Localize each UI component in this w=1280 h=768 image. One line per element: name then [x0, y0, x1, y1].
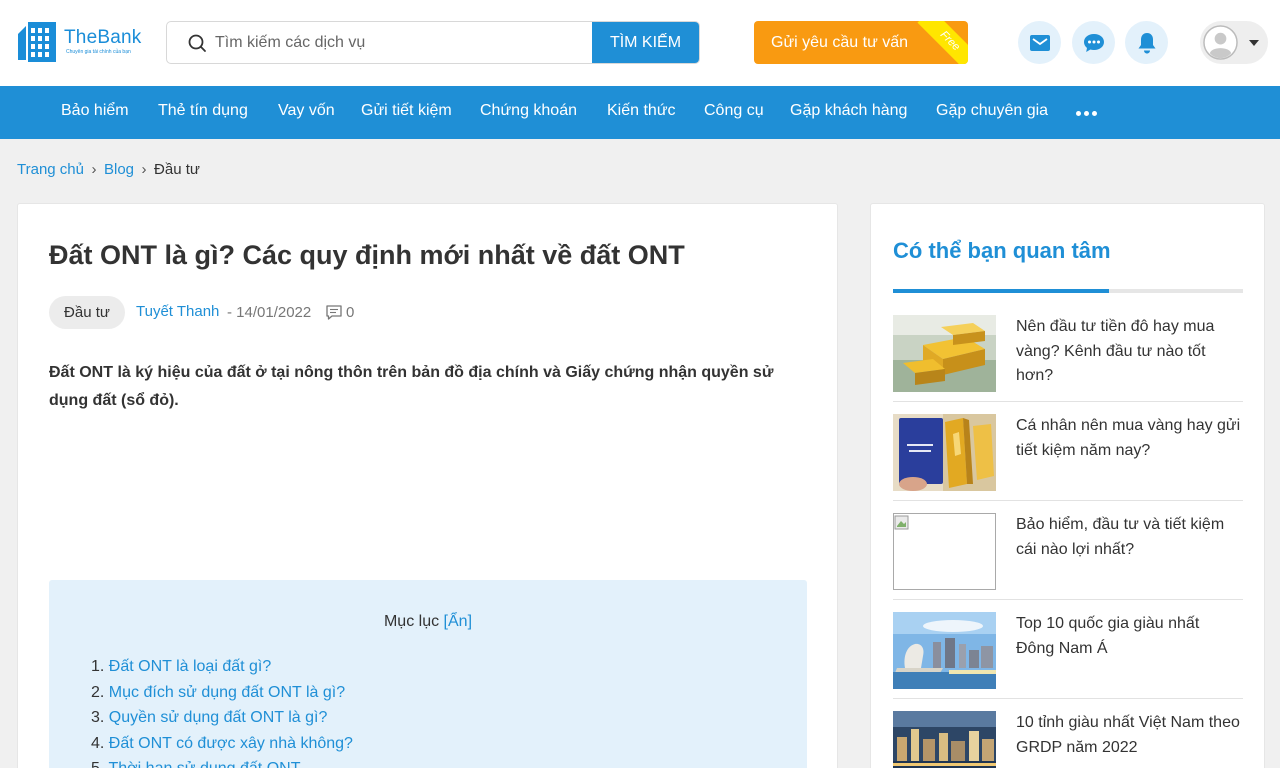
nav-item-gui-tiet-kiem[interactable]: Gửi tiết kiệm: [361, 102, 452, 120]
category-tag[interactable]: Đầu tư: [49, 296, 125, 329]
toc-item-number: 1.: [91, 658, 105, 675]
related-post-title: Bảo hiểm, đầu tư và tiết kiệm cái nào lợ…: [1016, 516, 1225, 558]
toc-link[interactable]: Đất ONT có được xây nhà không?: [109, 735, 353, 752]
thebank-logo[interactable]: TheBank Chuyên gia tài chính của bạn: [16, 20, 148, 64]
toc-toggle-button[interactable]: [Ẩn]: [444, 613, 472, 630]
nav-item-bao-hiem[interactable]: Bảo hiểm: [61, 102, 129, 120]
breadcrumb-blog[interactable]: Blog: [104, 161, 134, 178]
main-nav: Bảo hiểm Thẻ tín dụng Vay vốn Gửi tiết k…: [0, 86, 1280, 139]
search-input[interactable]: [215, 22, 593, 63]
nav-item-gap-khach-hang[interactable]: Gặp khách hàng: [790, 102, 907, 120]
breadcrumb-separator: ›: [91, 161, 97, 178]
breadcrumb-home[interactable]: Trang chủ: [17, 161, 84, 178]
author-link[interactable]: Tuyết Thanh: [136, 303, 219, 320]
toc-header: Mục lục [Ẩn]: [49, 613, 807, 631]
logo-tagline: Chuyên gia tài chính của bạn: [66, 49, 131, 55]
notification-button[interactable]: [1125, 21, 1168, 64]
related-post-title: Cá nhân nên mua vàng hay gửi tiết kiệm n…: [1016, 417, 1241, 459]
related-post-title: Nên đầu tư tiền đô hay mua vàng? Kênh đầ…: [1016, 318, 1215, 384]
toc-item-number: 2.: [91, 683, 105, 701]
search-button[interactable]: TÌM KIẾM: [592, 22, 699, 63]
chat-button[interactable]: [1072, 21, 1115, 64]
toc-item: 1. Đất ONT là loại đất gì?: [91, 658, 353, 684]
avatar-icon: [1203, 25, 1238, 60]
nav-item-the-tin-dung[interactable]: Thẻ tín dụng: [158, 102, 248, 120]
broken-image-thumbnail: [893, 513, 996, 590]
publish-date: - 14/01/2022: [227, 304, 312, 321]
toc-item: 3. Quyền sử dụng đất ONT là gì?: [91, 709, 353, 735]
toc-item: 5. Thời hạn sử dụng đất ONT: [91, 760, 353, 768]
user-menu-button[interactable]: [1200, 21, 1268, 64]
search-bar: TÌM KIẾM: [166, 21, 700, 64]
nav-item-kien-thuc[interactable]: Kiến thức: [607, 102, 676, 120]
related-post-title: Top 10 quốc gia giàu nhất Đông Nam Á: [1016, 615, 1200, 657]
logo-text: TheBank: [64, 27, 142, 48]
nav-item-cong-cu[interactable]: Công cụ: [704, 102, 764, 120]
nav-item-vay-von[interactable]: Vay vốn: [278, 102, 335, 120]
toc-item-number: 4.: [91, 734, 105, 752]
gold-bars-thumbnail: [893, 315, 996, 392]
chevron-down-icon: [1249, 40, 1259, 46]
toc-title: Mục lục: [383, 613, 440, 630]
toc-link[interactable]: Thời hạn sử dụng đất ONT: [109, 760, 301, 768]
nav-item-chung-khoan[interactable]: Chứng khoán: [480, 102, 577, 120]
toc-item-number: 3.: [91, 709, 105, 726]
table-of-contents: Mục lục [Ẩn] 1. Đất ONT là loại đất gì? …: [49, 580, 807, 768]
related-post-item[interactable]: Top 10 quốc gia giàu nhất Đông Nam Á: [893, 600, 1243, 699]
more-dots-icon[interactable]: [1076, 111, 1098, 117]
comment-count: 0: [346, 304, 355, 321]
related-sidebar: Có thể bạn quan tâm Nên đầu tư tiền đô h…: [870, 203, 1265, 768]
mail-button[interactable]: [1018, 21, 1061, 64]
toc-item-number: 5.: [91, 760, 104, 768]
savings-book-gold-thumbnail: [893, 414, 996, 491]
logo-building-icon: [18, 22, 56, 62]
nav-item-gap-chuyen-gia[interactable]: Gặp chuyên gia: [936, 102, 1048, 120]
consult-request-button[interactable]: Gửi yêu cầu tư vấn Free: [754, 21, 968, 64]
breadcrumb-current: Đầu tư: [154, 161, 200, 178]
chat-bubble-icon: [1083, 33, 1104, 52]
sidebar-title-underline: [893, 289, 1243, 293]
breadcrumb-separator: ›: [141, 161, 147, 178]
toc-list: 1. Đất ONT là loại đất gì? 2. Mục đích s…: [91, 658, 353, 768]
toc-item: 2. Mục đích sử dụng đất ONT là gì?: [91, 684, 353, 710]
mail-icon: [1029, 34, 1050, 51]
free-badge: Free: [917, 21, 968, 64]
city-skyline-night-thumbnail: [893, 711, 996, 768]
article-intro: Đất ONT là ký hiệu của đất ở tại nông th…: [49, 364, 774, 409]
related-post-title: 10 tỉnh giàu nhất Việt Nam theo GRDP năm…: [1016, 714, 1240, 756]
search-icon: [188, 34, 206, 52]
related-post-item[interactable]: Nên đầu tư tiền đô hay mua vàng? Kênh đầ…: [893, 303, 1243, 402]
article-card: Đất ONT là gì? Các quy định mới nhất về …: [17, 203, 838, 768]
comment-icon: [326, 305, 342, 320]
consult-request-label: Gửi yêu cầu tư vấn: [771, 34, 909, 51]
singapore-merlion-thumbnail: [893, 612, 996, 689]
toc-link[interactable]: Đất ONT là loại đất gì?: [109, 658, 271, 675]
article-title: Đất ONT là gì? Các quy định mới nhất về …: [49, 240, 685, 270]
toc-item: 4. Đất ONT có được xây nhà không?: [91, 735, 353, 761]
breadcrumb: Trang chủ › Blog › Đầu tư: [17, 161, 200, 178]
sidebar-title: Có thể bạn quan tâm: [893, 238, 1111, 263]
related-post-item[interactable]: Cá nhân nên mua vàng hay gửi tiết kiệm n…: [893, 402, 1243, 501]
toc-link[interactable]: Quyền sử dụng đất ONT là gì?: [109, 709, 328, 726]
related-post-item[interactable]: 10 tỉnh giàu nhất Việt Nam theo GRDP năm…: [893, 699, 1243, 768]
related-post-item[interactable]: Bảo hiểm, đầu tư và tiết kiệm cái nào lợ…: [893, 501, 1243, 600]
bell-icon: [1138, 32, 1155, 53]
toc-link[interactable]: Mục đích sử dụng đất ONT là gì?: [109, 684, 345, 701]
site-header: TheBank Chuyên gia tài chính của bạn TÌM…: [0, 0, 1280, 86]
